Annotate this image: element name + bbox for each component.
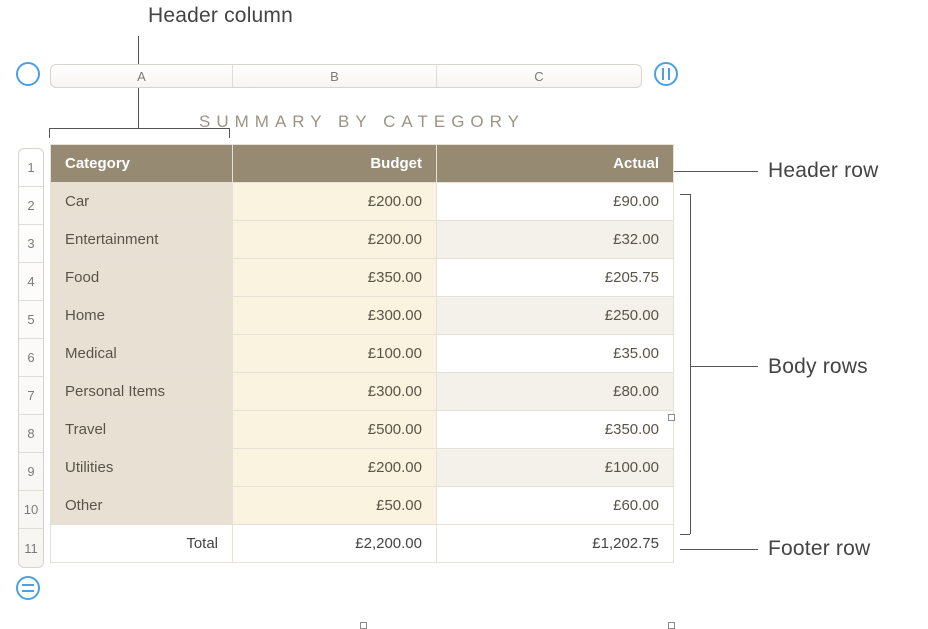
header-cell-budget[interactable]: Budget (233, 145, 437, 183)
selection-handle[interactable] (668, 414, 675, 421)
callout-line (680, 194, 690, 195)
callout-line (690, 194, 691, 534)
row-header[interactable]: 6 (19, 339, 43, 377)
table-row: Other £50.00 £60.00 (51, 487, 674, 525)
column-header-a[interactable]: A (51, 65, 233, 87)
row-header[interactable]: 3 (19, 225, 43, 263)
table-row: Food £350.00 £205.75 (51, 259, 674, 297)
row-header[interactable]: 9 (19, 453, 43, 491)
table-row: Utilities £200.00 £100.00 (51, 449, 674, 487)
callout-footer-row: Footer row (768, 537, 870, 561)
add-row-handle[interactable] (16, 576, 40, 600)
callout-header-row: Header row (768, 159, 879, 183)
cell-budget[interactable]: £200.00 (233, 449, 437, 487)
callout-header-column: Header column (148, 4, 293, 28)
row-header[interactable]: 4 (19, 263, 43, 301)
table-row: Entertainment £200.00 £32.00 (51, 221, 674, 259)
cell-actual[interactable]: £90.00 (437, 183, 674, 221)
cell-category[interactable]: Travel (51, 411, 233, 449)
row-headers: 1 2 3 4 5 6 7 8 9 10 11 (18, 148, 44, 568)
row-header[interactable]: 1 (19, 149, 43, 187)
cell-budget[interactable]: £200.00 (233, 221, 437, 259)
row-header[interactable]: 5 (19, 301, 43, 339)
callout-line (665, 171, 758, 172)
cell-category[interactable]: Home (51, 297, 233, 335)
header-row: Category Budget Actual (51, 145, 674, 183)
cell-category[interactable]: Personal Items (51, 373, 233, 411)
table-row: Personal Items £300.00 £80.00 (51, 373, 674, 411)
cell-budget[interactable]: £50.00 (233, 487, 437, 525)
cell-budget[interactable]: £300.00 (233, 373, 437, 411)
selection-handle[interactable] (668, 622, 675, 629)
row-header[interactable]: 2 (19, 187, 43, 225)
column-header-c[interactable]: C (437, 65, 641, 87)
cell-actual[interactable]: £35.00 (437, 335, 674, 373)
cell-actual[interactable]: £100.00 (437, 449, 674, 487)
add-column-handle[interactable] (654, 62, 678, 86)
callout-line (680, 549, 758, 550)
cell-category[interactable]: Car (51, 183, 233, 221)
callout-line (690, 366, 758, 367)
cell-actual[interactable]: £60.00 (437, 487, 674, 525)
footer-cell-label[interactable]: Total (51, 525, 233, 563)
cell-budget[interactable]: £200.00 (233, 183, 437, 221)
header-cell-actual[interactable]: Actual (437, 145, 674, 183)
footer-row: Total £2,200.00 £1,202.75 (51, 525, 674, 563)
column-header-b[interactable]: B (233, 65, 437, 87)
cell-budget[interactable]: £300.00 (233, 297, 437, 335)
selection-handle[interactable] (360, 622, 367, 629)
budget-table: Category Budget Actual Car £200.00 £90.0… (50, 144, 674, 563)
footer-cell-budget[interactable]: £2,200.00 (233, 525, 437, 563)
table-title[interactable]: SUMMARY BY CATEGORY (50, 108, 674, 144)
table-row: Car £200.00 £90.00 (51, 183, 674, 221)
row-header[interactable]: 8 (19, 415, 43, 453)
row-header[interactable]: 10 (19, 491, 43, 529)
cell-category[interactable]: Food (51, 259, 233, 297)
column-headers: A B C (50, 64, 642, 88)
table-container: SUMMARY BY CATEGORY Category Budget Actu… (50, 108, 674, 563)
row-header[interactable]: 7 (19, 377, 43, 415)
cell-category[interactable]: Entertainment (51, 221, 233, 259)
cell-category[interactable]: Medical (51, 335, 233, 373)
cell-budget[interactable]: £350.00 (233, 259, 437, 297)
cell-actual[interactable]: £350.00 (437, 411, 674, 449)
cell-budget[interactable]: £100.00 (233, 335, 437, 373)
cell-actual[interactable]: £80.00 (437, 373, 674, 411)
cell-actual[interactable]: £205.75 (437, 259, 674, 297)
cell-actual[interactable]: £32.00 (437, 221, 674, 259)
row-header[interactable]: 11 (19, 529, 43, 567)
cell-actual[interactable]: £250.00 (437, 297, 674, 335)
callout-body-rows: Body rows (768, 355, 868, 379)
table-row: Travel £500.00 £350.00 (51, 411, 674, 449)
header-cell-category[interactable]: Category (51, 145, 233, 183)
table-select-all-handle[interactable] (16, 62, 40, 86)
cell-category[interactable]: Other (51, 487, 233, 525)
table-row: Home £300.00 £250.00 (51, 297, 674, 335)
footer-cell-actual[interactable]: £1,202.75 (437, 525, 674, 563)
cell-category[interactable]: Utilities (51, 449, 233, 487)
table-row: Medical £100.00 £35.00 (51, 335, 674, 373)
callout-line (680, 534, 690, 535)
cell-budget[interactable]: £500.00 (233, 411, 437, 449)
